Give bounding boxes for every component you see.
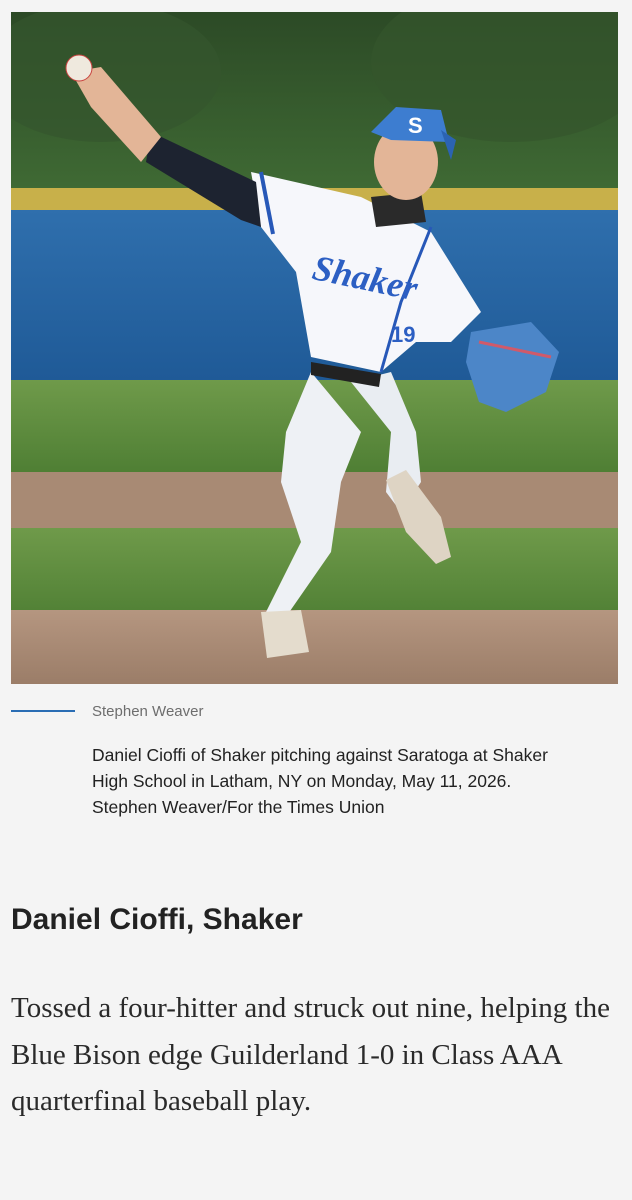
player-headline: Daniel Cioffi, Shaker — [11, 903, 303, 936]
credit-accent-line — [11, 710, 75, 712]
article-photo[interactable]: Shaker 19 S — [11, 12, 618, 684]
player-blurb: Tossed a four-hitter and struck out nine… — [11, 992, 610, 1117]
photographer-name: Stephen Weaver — [92, 702, 204, 720]
photo-caption: Daniel Cioffi of Shaker pitching against… — [92, 745, 548, 817]
cap-letter: S — [408, 113, 423, 138]
jersey-number: 19 — [391, 322, 415, 347]
pitcher-photo-illustration: Shaker 19 S — [11, 12, 618, 684]
photo-credit: Stephen Weaver — [11, 700, 611, 722]
